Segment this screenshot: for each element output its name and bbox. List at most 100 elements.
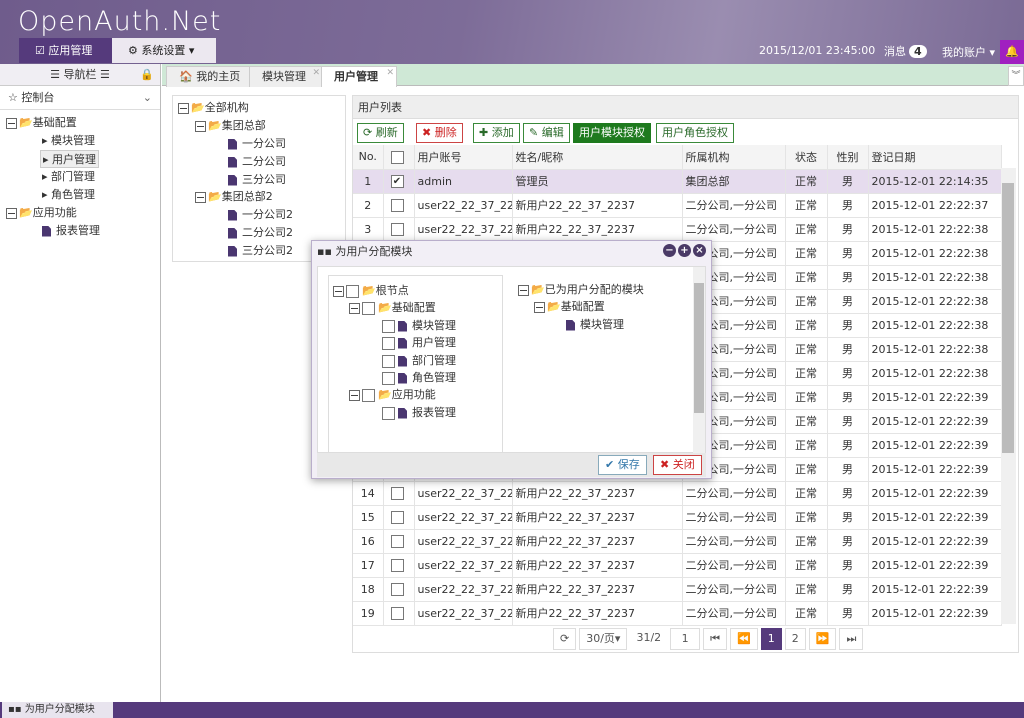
delete-button[interactable]: ✖ 删除 [416,123,463,143]
user-role-auth-button[interactable]: 用户角色授权 [656,123,734,143]
tree-node[interactable]: 用户管理 [382,334,456,352]
page-1-button[interactable]: 1 [760,628,782,650]
collapse-icon[interactable] [6,207,17,219]
pager-refresh-button[interactable]: ⟳ [553,628,577,650]
column-header[interactable]: 性别 [827,145,869,170]
tree-node[interactable]: 📂全部机构 [178,99,249,117]
node-checkbox[interactable] [382,336,395,350]
table-row[interactable]: 15 user22_22_37_2237新用户22_22_37_2237二分公司,… [353,505,1002,530]
collapse-icon[interactable] [195,191,206,203]
column-header[interactable]: No. [353,145,384,170]
column-header[interactable]: 所属机构 [682,145,786,170]
sidebar-item-dept[interactable]: ▸ 部门管理 [42,168,95,186]
node-checkbox[interactable] [382,406,395,420]
table-row[interactable]: 17 user22_22_37_2237新用户22_22_37_2237二分公司,… [353,553,1002,578]
tree-node[interactable]: 📂集团总部2 [195,188,273,206]
tree-node[interactable]: 三分公司2 [228,242,293,260]
bell-icon[interactable]: 🔔 [1000,40,1024,64]
table-row[interactable]: 2 user22_22_37_2237新用户22_22_37_2237二分公司,一… [353,193,1002,218]
row-checkbox[interactable] [390,606,404,620]
sidebar-item-report[interactable]: 报表管理 [42,222,100,240]
tree-node[interactable]: 📂应用功能 [349,386,436,404]
column-header[interactable] [383,145,415,170]
tree-node-app-functions[interactable]: 📂应用功能 [6,204,77,222]
table-row[interactable]: 3 user22_22_37_2237新用户22_22_37_2237二分公司,一… [353,217,1002,242]
close-button[interactable]: ✖ 关闭 [653,455,702,475]
nav-app-management[interactable]: ☑ 应用管理 [19,38,112,63]
node-checkbox[interactable] [362,301,375,315]
tree-node[interactable]: 二分公司 [228,153,286,171]
page-size-select[interactable]: 30/页▾ [579,628,628,650]
collapse-icon[interactable] [6,117,17,129]
sidebar-console[interactable]: ☆ 控制台 ⌄ [0,86,160,110]
maximize-icon[interactable]: + [678,244,691,257]
row-checkbox[interactable]: ✔ [390,174,404,188]
tree-node[interactable]: 📂集团总部 [195,117,266,135]
chevron-double-down-icon[interactable]: ︾ [1008,66,1024,86]
row-checkbox[interactable] [390,534,404,548]
table-row[interactable]: 1 ✔ admin 管理员 集团总部 正常男 2015-12-01 22:14:35 [353,169,1002,194]
page-input[interactable]: 1 [670,628,701,650]
sidebar-item-role[interactable]: ▸ 角色管理 [42,186,95,204]
page-2-button[interactable]: 2 [784,628,806,650]
collapse-icon[interactable] [333,285,344,297]
table-row[interactable]: 19 user22_22_37_2237新用户22_22_37_2237二分公司,… [353,601,1002,626]
node-checkbox[interactable] [362,388,375,402]
table-row[interactable]: 14 user22_22_37_2237新用户22_22_37_2237二分公司,… [353,481,1002,506]
tree-node[interactable]: 模块管理 [566,316,624,334]
tree-node[interactable]: 模块管理 [382,317,456,335]
collapse-icon[interactable] [195,120,206,132]
tab-home[interactable]: 🏠 我的主页 [166,66,254,87]
tree-node-basic-config[interactable]: 📂基础配置 [6,114,77,132]
tree-node[interactable]: 📂基础配置 [349,299,436,317]
tree-node[interactable]: 二分公司2 [228,224,293,242]
collapse-icon[interactable] [534,301,545,313]
sidebar-item-module[interactable]: ▸ 模块管理 [42,132,95,150]
minimize-icon[interactable]: − [663,244,676,257]
prev-page-button[interactable]: ⏪ [730,628,758,650]
collapse-icon[interactable] [349,302,360,314]
tree-node[interactable]: 一分公司2 [228,206,293,224]
collapse-icon[interactable] [518,284,529,296]
row-checkbox[interactable] [390,198,404,212]
refresh-button[interactable]: ⟳ 刷新 [357,123,404,143]
edit-button[interactable]: ✎ 编辑 [523,123,570,143]
column-header[interactable]: 姓名/昵称 [512,145,683,170]
node-checkbox[interactable] [346,284,359,298]
close-icon[interactable]: ✕ [386,63,394,83]
column-header[interactable]: 登记日期 [868,145,1002,170]
row-checkbox[interactable] [390,222,404,236]
nav-system-settings[interactable]: ⚙ 系统设置 ▾ [112,38,216,63]
messages-link[interactable]: 消息 4 [884,43,927,59]
row-checkbox[interactable] [390,582,404,596]
table-row[interactable]: 18 user22_22_37_2237新用户22_22_37_2237二分公司,… [353,577,1002,602]
collapse-icon[interactable] [349,389,360,401]
collapse-icon[interactable] [178,102,189,114]
table-row[interactable]: 16 user22_22_37_2237新用户22_22_37_2237二分公司,… [353,529,1002,554]
column-header[interactable]: 用户账号 [414,145,513,170]
tree-node[interactable]: 角色管理 [382,369,456,387]
user-module-auth-button[interactable]: 用户模块授权 [573,123,651,143]
next-page-button[interactable]: ⏩ [808,628,837,650]
last-page-button[interactable]: ⏭ [839,628,864,650]
account-menu[interactable]: 我的账户 ▾ [942,44,995,60]
taskbar-item-dialog[interactable]: ▪▪ 为用户分配模块 [2,702,113,718]
add-button[interactable]: ✚ 添加 [473,123,520,143]
close-icon[interactable]: × [693,244,706,257]
tree-node[interactable]: 一分公司 [228,135,286,153]
save-button[interactable]: ✔ 保存 [598,455,647,475]
column-header[interactable]: 状态 [785,145,828,170]
select-all-checkbox[interactable] [390,150,404,164]
first-page-button[interactable]: ⏮ [703,628,728,650]
row-checkbox[interactable] [390,486,404,500]
tree-node[interactable]: 三分公司 [228,171,286,189]
tab-module-management[interactable]: 模块管理 ✕ [249,66,323,87]
sidebar-item-user[interactable]: ▸ 用户管理 [40,150,100,168]
node-checkbox[interactable] [382,319,395,333]
node-checkbox[interactable] [382,371,395,385]
tree-node[interactable]: 📂根节点 [333,282,409,300]
tab-user-management[interactable]: 用户管理 ✕ [321,66,397,87]
row-checkbox[interactable] [390,558,404,572]
dialog-scrollbar-thumb[interactable] [694,283,704,413]
node-checkbox[interactable] [382,354,395,368]
